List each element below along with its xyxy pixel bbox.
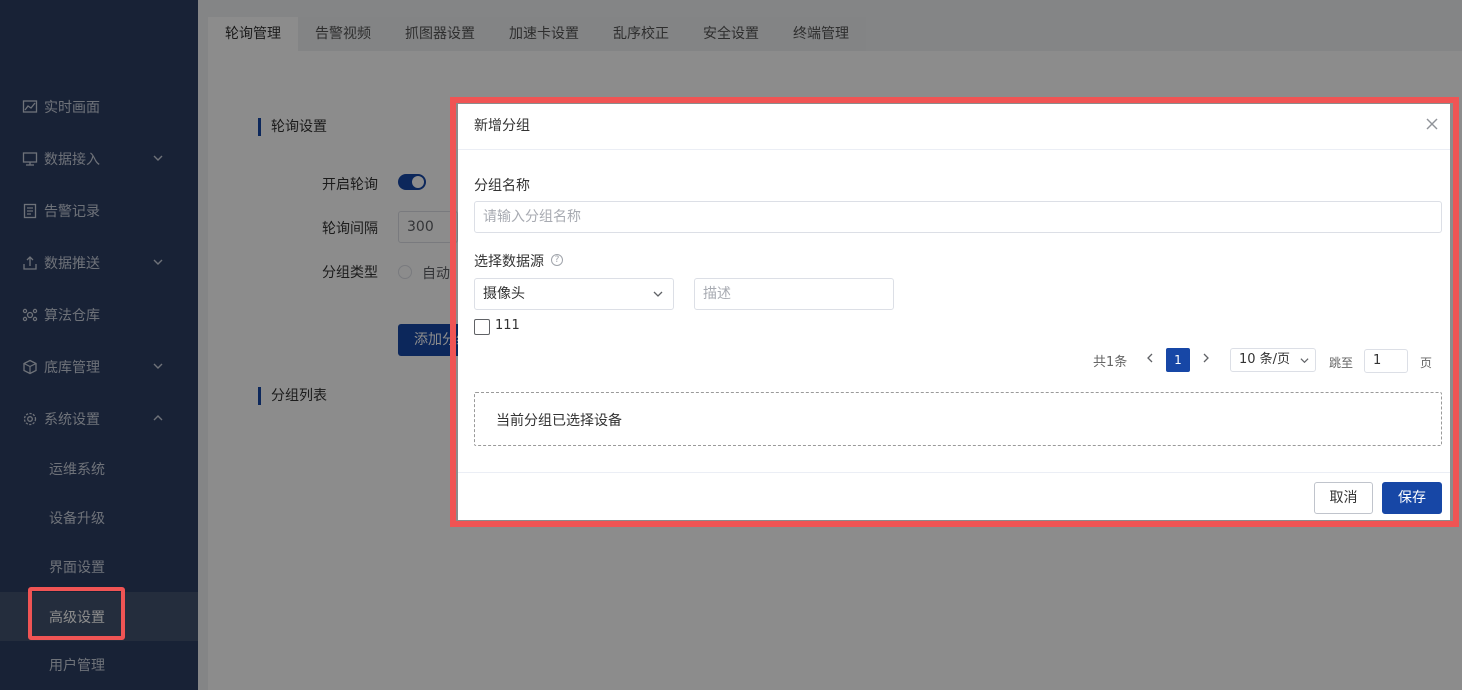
chevron-down-icon bbox=[653, 291, 663, 297]
page-size-select[interactable]: 10 条/页 bbox=[1230, 348, 1316, 372]
selected-devices-box: 当前分组已选择设备 bbox=[474, 392, 1442, 446]
chevron-right-icon[interactable] bbox=[1200, 352, 1212, 364]
pagination-goto-input[interactable]: 1 bbox=[1364, 349, 1408, 373]
page-size-value: 10 条/页 bbox=[1239, 352, 1291, 367]
add-group-dialog: 新增分组 分组名称 选择数据源 ? 摄像头 111 共1条 1 10 条/页 跳… bbox=[458, 104, 1450, 520]
close-icon[interactable] bbox=[1424, 116, 1440, 132]
description-input[interactable] bbox=[694, 278, 894, 310]
device-checkbox-label: 111 bbox=[495, 318, 520, 333]
group-name-input[interactable] bbox=[474, 201, 1442, 233]
help-icon[interactable]: ? bbox=[551, 254, 563, 266]
data-source-label: 选择数据源 bbox=[474, 254, 544, 270]
chevron-down-icon bbox=[1300, 358, 1309, 364]
dialog-title: 新增分组 bbox=[474, 118, 530, 134]
pagination-total: 共1条 bbox=[1093, 355, 1128, 370]
pagination-goto-label: 跳至 bbox=[1329, 356, 1354, 370]
group-name-label: 分组名称 bbox=[474, 178, 530, 194]
data-source-select[interactable]: 摄像头 bbox=[474, 278, 674, 310]
pagination-page-1[interactable]: 1 bbox=[1166, 348, 1190, 372]
dialog-footer-divider bbox=[458, 472, 1450, 473]
selected-devices-label: 当前分组已选择设备 bbox=[496, 413, 622, 429]
pagination-page-suffix: 页 bbox=[1420, 356, 1433, 370]
dialog-header-divider bbox=[458, 149, 1450, 150]
device-checkbox[interactable] bbox=[474, 319, 490, 335]
save-button[interactable]: 保存 bbox=[1382, 482, 1442, 514]
chevron-left-icon[interactable] bbox=[1144, 352, 1156, 364]
cancel-button[interactable]: 取消 bbox=[1314, 482, 1373, 514]
data-source-select-value: 摄像头 bbox=[483, 286, 525, 302]
